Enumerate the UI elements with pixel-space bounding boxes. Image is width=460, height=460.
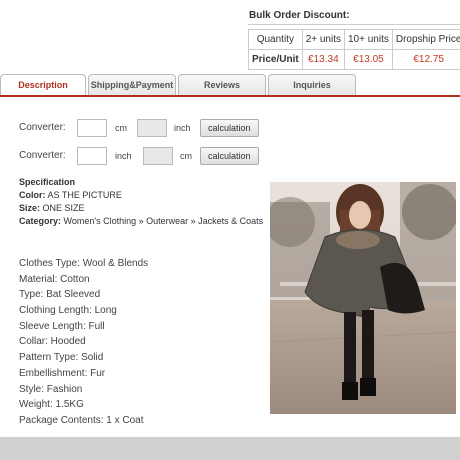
spec-color-value: AS THE PICTURE	[47, 190, 122, 200]
converter-label: Converter:	[19, 122, 66, 133]
table-row: Quantity 2+ units 10+ units Dropship Pri…	[248, 29, 460, 50]
list-item: Type: Bat Sleeved	[19, 289, 101, 301]
list-item: Material: Cotton	[19, 273, 90, 285]
from-unit-label: cm	[115, 123, 127, 133]
cm-input[interactable]	[77, 119, 107, 137]
tab-bar: Description Shipping&Payment Reviews Inq…	[0, 74, 460, 96]
bulk-price-table: Quantity 2+ units 10+ units Dropship Pri…	[248, 29, 460, 70]
tab-underline	[0, 95, 460, 97]
price-cell: €13.05	[344, 49, 393, 70]
spec-category-value: Women's Clothing » Outerwear » Jackets &…	[63, 216, 264, 226]
tab-reviews[interactable]: Reviews	[178, 74, 266, 96]
bulk-title: Bulk Order Discount:	[248, 8, 460, 25]
spec-size-label: Size:	[19, 203, 41, 213]
list-item: Style: Fashion	[19, 383, 83, 395]
list-item: Package Contents: 1 x Coat	[19, 414, 144, 426]
tab-description[interactable]: Description	[0, 74, 86, 96]
table-header-cell: Quantity	[248, 29, 303, 50]
table-header-cell: 10+ units	[344, 29, 393, 50]
list-item: Clothes Type: Wool & Blends	[19, 258, 149, 269]
product-photo-graphic	[270, 182, 456, 414]
from-unit-label: inch	[115, 151, 132, 161]
calculation-button[interactable]: calculation	[200, 119, 259, 137]
spec-category: Category: Women's Clothing » Outerwear »…	[19, 215, 263, 228]
price-cell: €12.75	[391, 49, 460, 70]
spec-color: Color: AS THE PICTURE	[19, 189, 263, 202]
specification-heading: Specification	[19, 177, 76, 187]
bottom-bar	[0, 437, 460, 460]
list-item: Embellishment: Fur	[19, 367, 106, 379]
spec-category-label: Category:	[19, 216, 62, 226]
spec-size: Size: ONE SIZE	[19, 202, 263, 215]
to-unit-label: inch	[174, 123, 191, 133]
inch-result-field	[137, 119, 167, 137]
tab-inquiries[interactable]: Inquiries	[268, 74, 356, 96]
product-photo	[270, 182, 456, 414]
specification-block: Specification Color: AS THE PICTURE Size…	[19, 176, 263, 228]
inch-input[interactable]	[77, 147, 107, 165]
table-row: Price/Unit €13.34 €13.05 €12.75	[248, 49, 460, 70]
list-item: Weight: 1.5KG	[19, 399, 84, 411]
spec-size-value: ONE SIZE	[42, 203, 85, 213]
converter-label: Converter:	[19, 150, 66, 161]
tab-shipping-payment[interactable]: Shipping&Payment	[88, 74, 176, 96]
list-item: Sleeve Length: Full	[19, 320, 105, 332]
list-item: Pattern Type: Solid	[19, 352, 104, 364]
table-header-cell: 2+ units	[301, 29, 346, 50]
calculation-button[interactable]: calculation	[200, 147, 259, 165]
price-cell: €13.34	[301, 49, 346, 70]
table-header-cell: Dropship Price	[391, 29, 460, 50]
to-unit-label: cm	[180, 151, 192, 161]
cm-result-field	[143, 147, 173, 165]
row-label: Price/Unit	[248, 49, 303, 70]
bulk-order-discount: Bulk Order Discount: Quantity 2+ units 1…	[248, 8, 460, 70]
list-item: Clothing Length: Long	[19, 305, 117, 317]
spec-color-label: Color:	[19, 190, 46, 200]
product-details-list: Clothes Type: Wool & Blends Material: Co…	[19, 256, 148, 429]
list-item: Collar: Hooded	[19, 336, 86, 348]
